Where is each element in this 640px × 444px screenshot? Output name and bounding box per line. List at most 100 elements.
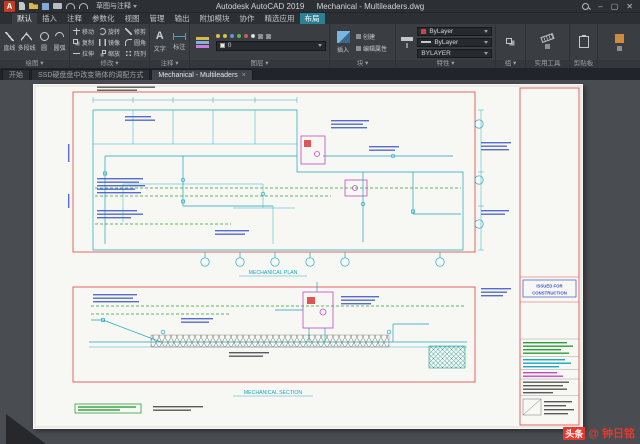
tab-layout[interactable]: 布局 [300,13,325,24]
document-title: Mechanical - Multileaders.dwg [317,2,425,11]
trim-button[interactable]: 修剪 [125,27,146,36]
plan-view: MECHANICAL PLAN [68,87,511,277]
save-icon[interactable] [42,3,49,10]
measure-icon[interactable] [540,33,554,43]
overflow-tool-icon[interactable] [617,46,622,51]
color-swatch [421,29,426,34]
drawing-viewport[interactable]: MECHANICAL PLAN [33,84,583,429]
move-icon [73,28,80,35]
tab-collaborate[interactable]: 协作 [235,13,260,24]
print-icon[interactable] [53,3,62,9]
array-button[interactable]: 阵列 [125,49,146,58]
polyline-button[interactable]: 多段线 [19,32,35,52]
new-file-icon[interactable] [19,2,25,10]
move-button[interactable]: 移动 [73,27,94,36]
tab-insert[interactable]: 插入 [37,13,62,24]
block-panel-label[interactable]: 块 ▾ [330,60,395,68]
linetype-dropdown[interactable]: BYLAYER [417,49,492,58]
attach-icon[interactable] [615,34,624,43]
layer-on-icon[interactable] [216,34,220,38]
undo-icon[interactable] [66,3,75,9]
chevron-down-icon [484,52,488,55]
stamp-line2: CONSTRUCTION [532,291,567,296]
create-block-button[interactable]: 创建 [356,32,375,41]
group-icon[interactable] [506,38,512,44]
app-logo[interactable]: A [4,1,15,12]
layer-name: 0 [228,42,232,49]
annotation-panel-label[interactable]: 注释 ▾ [150,60,189,68]
layer-tool2-icon[interactable] [266,34,271,39]
quick-select-icon[interactable] [545,44,550,49]
layer-lock-icon[interactable] [230,34,234,38]
lineweight-dropdown[interactable]: ByLayer [417,38,492,47]
redo-icon[interactable] [79,3,88,9]
close-tab-icon[interactable]: × [242,72,246,79]
arc-button[interactable]: 圆弧 [53,32,66,52]
file-tab-start[interactable]: 开始 [2,69,30,80]
section-caption: MECHANICAL SECTION [244,390,303,396]
fillet-button[interactable]: 圆角 [125,38,146,47]
layer-tool-icon[interactable] [258,34,263,39]
scale-button[interactable]: 缩放 [99,49,120,58]
edit-attributes-button[interactable]: 编辑属性 [356,44,387,53]
maximize-button[interactable]: ▢ [608,1,622,12]
modify-panel-label[interactable]: 修改 ▾ [70,60,149,68]
stamp-line1: ISSUED FOR [536,284,563,289]
quick-access-toolbar [19,2,88,10]
groups-panel-label[interactable]: 组 ▾ [496,60,525,68]
tab-parametric[interactable]: 参数化 [87,13,120,24]
layers-panel: 0 图层 ▾ [190,24,330,68]
grid-bubbles [201,120,483,266]
object-color-dropdown[interactable]: ByLayer [417,27,492,36]
tab-manage[interactable]: 管理 [145,13,170,24]
layer-match-icon[interactable] [251,34,255,38]
layer-isolate-icon[interactable] [237,34,241,38]
circle-button[interactable]: 圆 [38,32,51,52]
match-properties-button[interactable] [399,37,414,48]
stretch-button[interactable]: 拉伸 [73,49,94,58]
rotate-button[interactable]: 旋转 [99,27,120,36]
close-button[interactable]: ✕ [623,1,636,12]
title-bar: A 草图与注释 Autodesk AutoCAD 2019 Mechanical… [0,0,640,13]
layer-properties-button[interactable] [193,37,213,48]
match-properties-icon [401,37,413,48]
clipboard-panel-label[interactable]: 剪贴板 [570,60,597,68]
utilities-panel: 实用工具 [526,24,570,68]
dimension-button[interactable]: 标注 [173,33,187,51]
draw-panel-label[interactable]: 绘图 ▾ [0,60,69,68]
file-tab-bar: 开始 SSD硬盘盘中改变筛体的调配方式 Mechanical - Multile… [0,68,640,80]
workspace-label: 草图与注释 [96,1,131,11]
drawing-canvas[interactable]: MECHANICAL PLAN [0,80,640,444]
utilities-panel-label[interactable]: 实用工具 [526,60,569,68]
minimize-button[interactable]: – [595,1,605,12]
layers-panel-label[interactable]: 图层 ▾ [190,60,329,68]
watermark-author: @ 钟日铭 [588,425,635,441]
tab-home[interactable]: 默认 [12,13,37,24]
mirror-button[interactable]: 镜像 [99,38,120,47]
line-button[interactable]: 直线 [3,32,16,52]
workspace-switcher[interactable]: 草图与注释 [96,1,137,11]
layer-dropdown[interactable]: 0 [216,41,326,51]
layer-off-icon[interactable] [244,34,248,38]
layer-color-swatch [220,43,225,48]
open-file-icon[interactable] [29,3,38,9]
text-button[interactable]: A文字 [153,31,167,53]
tab-annotate[interactable]: 注释 [62,13,87,24]
search-icon[interactable] [582,3,589,10]
tab-addins[interactable]: 附加模块 [195,13,235,24]
paste-icon[interactable] [579,36,589,48]
properties-panel-label[interactable]: 特性 ▾ [396,60,495,68]
insert-block-button[interactable]: 插入 [333,31,353,54]
watermark: 头条 @ 钟日铭 [563,425,635,441]
rotate-icon [99,28,106,35]
file-tab-doc2[interactable]: Mechanical - Multileaders × [151,69,252,80]
file-tab-doc1[interactable]: SSD硬盘盘中改变筛体的调配方式 [31,69,150,80]
modify-panel: 移动 旋转 修剪 复制 镜像 圆角 拉伸 缩放 阵列 修改 ▾ [70,24,150,68]
tab-output[interactable]: 输出 [170,13,195,24]
text-icon: A [156,31,164,42]
layout-paper[interactable]: MECHANICAL PLAN [33,84,583,429]
tab-featured-apps[interactable]: 精选应用 [260,13,300,24]
copy-button[interactable]: 复制 [73,38,94,47]
layer-freeze-icon[interactable] [223,34,227,38]
tab-view[interactable]: 视图 [120,13,145,24]
